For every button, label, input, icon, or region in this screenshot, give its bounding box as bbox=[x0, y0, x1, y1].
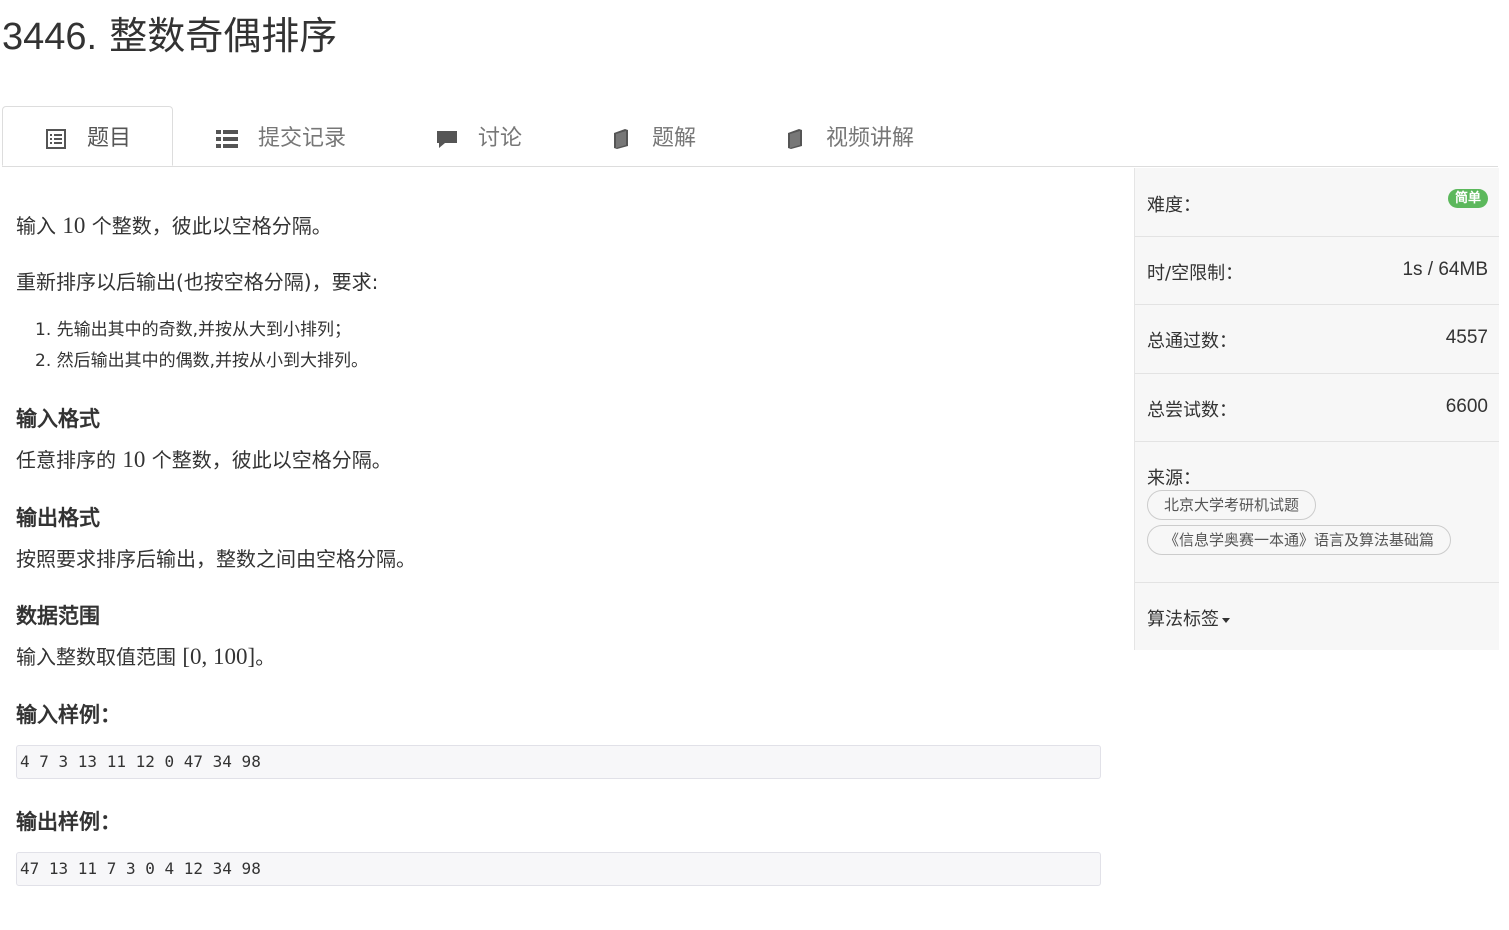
source-label: 来源： bbox=[1147, 468, 1201, 489]
tab-submissions[interactable]: 提交记录 bbox=[216, 106, 346, 166]
range-heading: 数据范围 bbox=[16, 604, 100, 628]
limit-label: 时/空限制： bbox=[1147, 263, 1244, 284]
caret-down-icon bbox=[1222, 617, 1230, 623]
sample-input-code[interactable]: 4 7 3 13 11 12 0 47 34 98 bbox=[16, 745, 1101, 779]
list-item: 1. 先输出其中的奇数,并按从大到小排列； bbox=[35, 320, 352, 340]
comment-icon bbox=[436, 128, 458, 150]
statement-line-1: 输入 10 个整数，彼此以空格分隔。 bbox=[16, 213, 332, 238]
sample-input-heading: 输入样例： bbox=[16, 703, 121, 727]
sample-output-code[interactable]: 47 13 11 7 3 0 4 12 34 98 bbox=[16, 852, 1101, 886]
algorithm-tags-label: 算法标签 bbox=[1147, 605, 1230, 631]
source-tag[interactable]: 《信息学奥赛一本通》语言及算法基础篇 bbox=[1147, 525, 1452, 555]
problem-name: 整数奇偶排序 bbox=[109, 14, 338, 58]
limit-row: 时/空限制： 1s / 64MB bbox=[1135, 237, 1499, 305]
limit-value: 1s / 64MB bbox=[1402, 259, 1488, 280]
th-list-icon bbox=[216, 128, 238, 150]
source-row: 来源： 北京大学考研机试题 《信息学奥赛一本通》语言及算法基础篇 bbox=[1135, 442, 1499, 583]
input-format-heading: 输入格式 bbox=[16, 407, 100, 431]
requirements-list: 1. 先输出其中的奇数,并按从大到小排列； 2. 然后输出其中的偶数,并按从小到… bbox=[35, 315, 368, 377]
tab-problem-label: 题目 bbox=[87, 126, 132, 151]
tab-problem[interactable]: 题目 bbox=[2, 106, 173, 166]
attempts-row: 总尝试数： 6600 bbox=[1135, 374, 1499, 442]
attempts-value: 6600 bbox=[1445, 396, 1488, 417]
attempts-label: 总尝试数： bbox=[1147, 400, 1237, 421]
accepted-value: 4557 bbox=[1445, 327, 1488, 348]
input-format-text: 任意排序的 10 个整数，彼此以空格分隔。 bbox=[16, 447, 392, 472]
tab-video-label: 视频讲解 bbox=[826, 126, 915, 151]
list-item: 2. 然后输出其中的偶数,并按从小到大排列。 bbox=[35, 351, 369, 371]
difficulty-badge: 简单 bbox=[1447, 189, 1488, 208]
range-text: 输入整数取值范围 [0, 100]。 bbox=[16, 644, 276, 669]
tab-solutions[interactable]: 题解 bbox=[610, 106, 696, 166]
algorithm-tags-dropdown[interactable]: 算法标签 bbox=[1135, 583, 1499, 650]
book-icon bbox=[610, 128, 632, 150]
problem-info-panel: 难度： 简单 时/空限制： 1s / 64MB 总通过数： 4557 总尝试数：… bbox=[1134, 168, 1499, 650]
difficulty-label: 难度： bbox=[1147, 195, 1201, 216]
problem-title: 3446. 整数奇偶排序 bbox=[2, 12, 337, 61]
output-format-text: 按照要求排序后输出，整数之间由空格分隔。 bbox=[16, 547, 416, 571]
sample-output-heading: 输出样例： bbox=[16, 810, 121, 834]
problem-tabs: 题目 提交记录 讨论 题解 视频讲解 bbox=[2, 106, 1498, 167]
tab-solutions-label: 题解 bbox=[652, 126, 697, 151]
problem-number: 3446. bbox=[2, 16, 98, 58]
statement-line-2: 重新排序以后输出(也按空格分隔)，要求: bbox=[16, 270, 379, 294]
tab-discussion[interactable]: 讨论 bbox=[436, 106, 522, 166]
tab-submissions-label: 提交记录 bbox=[258, 126, 347, 151]
book-icon bbox=[784, 128, 806, 150]
output-format-heading: 输出格式 bbox=[16, 506, 100, 530]
source-tag[interactable]: 北京大学考研机试题 bbox=[1147, 490, 1317, 520]
difficulty-row: 难度： 简单 bbox=[1135, 168, 1499, 237]
accepted-label: 总通过数： bbox=[1147, 331, 1237, 352]
list-alt-icon bbox=[45, 128, 67, 150]
accepted-row: 总通过数： 4557 bbox=[1135, 305, 1499, 374]
tab-video[interactable]: 视频讲解 bbox=[784, 106, 914, 166]
tab-discussion-label: 讨论 bbox=[478, 126, 523, 151]
